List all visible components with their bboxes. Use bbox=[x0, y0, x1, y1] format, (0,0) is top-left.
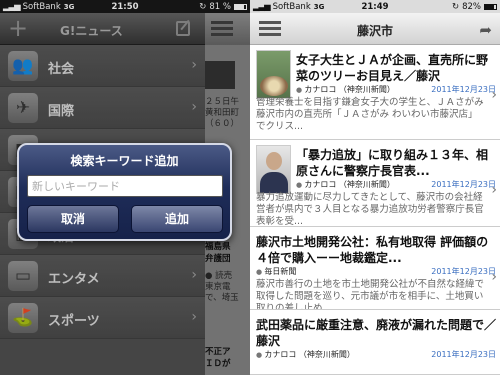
article-title: 藤沢市土地開発公社：私有地取得 評価額の４倍で購入ーー地裁鑑定... bbox=[256, 235, 489, 265]
page-title: 藤沢市 bbox=[356, 24, 393, 38]
article-item[interactable]: 女子大生とＪＡが企画、直売所に野菜のツリーお目見え／藤沢 カナロコ （神奈川新聞… bbox=[250, 45, 500, 140]
article-title: 「暴力追放」に取り組み１３年、相原さんに警察庁長官表... bbox=[296, 148, 489, 178]
add-button[interactable]: 追加 bbox=[131, 205, 223, 233]
rotation-lock-icon: ↻ bbox=[199, 1, 207, 12]
share-icon[interactable]: ➦ bbox=[479, 21, 492, 39]
cancel-button[interactable]: 取消 bbox=[27, 205, 119, 233]
article-source: カナロコ （神奈川新聞） bbox=[296, 85, 395, 94]
chevron-right-icon: › bbox=[491, 87, 497, 103]
status-bar: ▂▃▅ SoftBank 3G 21:50 ↻ 81 % bbox=[0, 0, 250, 13]
article-snippet: 暴力追放運動に尽力してきたとして、藤沢市の会社経営者が県内で３人目となる暴力追放… bbox=[256, 192, 484, 227]
battery-icon bbox=[234, 3, 247, 10]
article-source: 毎日新聞 bbox=[256, 267, 296, 276]
battery-icon bbox=[484, 3, 497, 10]
article-date: 2011年12月23日 bbox=[431, 350, 496, 359]
article-snippet: 管理栄養士を目指す鎌倉女子大の学生と、ＪＡさがみ藤沢市内の直売所「ＪＡさがみ わ… bbox=[256, 97, 484, 132]
right-phone-screen: ▂▃▅ SoftBank 3G 21:49 ↻ 82% 藤沢市 ➦ 女子大生とＪ… bbox=[250, 0, 500, 375]
article-item[interactable]: 藤沢市土地開発公社：私有地取得 評価額の４倍で購入ーー地裁鑑定... 毎日新聞 … bbox=[250, 227, 500, 310]
article-date: 2011年12月23日 bbox=[431, 180, 496, 189]
article-thumbnail bbox=[256, 145, 291, 194]
article-snippet: 藤沢市善行の土地を市土地開発公社が不自然な経緯で取得した問題を巡り、元市議が市を… bbox=[256, 279, 485, 310]
article-meta: カナロコ （神奈川新聞） 2011年12月23日 bbox=[296, 85, 500, 95]
article-meta: 毎日新聞 2011年12月23日 bbox=[256, 267, 500, 277]
navigation-bar: 藤沢市 ➦ bbox=[250, 13, 500, 45]
left-phone-screen: ▂▃▅ SoftBank 3G 21:50 ↻ 81 % + G!ニュース 👥 … bbox=[0, 0, 250, 375]
chevron-right-icon: › bbox=[491, 182, 497, 198]
article-thumbnail bbox=[256, 50, 291, 99]
article-item[interactable]: 「暴力追放」に取り組み１３年、相原さんに警察庁長官表... カナロコ （神奈川新… bbox=[250, 140, 500, 227]
battery-percent: 82% bbox=[462, 1, 481, 12]
article-meta: カナロコ （神奈川新聞） 2011年12月23日 bbox=[256, 350, 500, 360]
rotation-lock-icon: ↻ bbox=[451, 1, 460, 12]
article-source: カナロコ （神奈川新聞） bbox=[256, 350, 355, 359]
article-source: カナロコ （神奈川新聞） bbox=[296, 180, 395, 189]
article-date: 2011年12月23日 bbox=[431, 267, 496, 276]
article-title: 武田薬品に厳重注意、廃液が漏れた問題で／藤沢 bbox=[256, 318, 497, 348]
article-title: 女子大生とＪＡが企画、直売所に野菜のツリーお目見え／藤沢 bbox=[296, 53, 489, 83]
chevron-right-icon: › bbox=[491, 269, 497, 285]
dialog-title: 検索キーワード追加 bbox=[70, 154, 179, 168]
article-item[interactable]: 武田薬品に厳重注意、廃液が漏れた問題で／藤沢 カナロコ （神奈川新聞） 2011… bbox=[250, 310, 500, 375]
battery-percent: 81 % bbox=[209, 1, 231, 12]
status-bar: ▂▃▅ SoftBank 3G 21:49 ↻ 82% bbox=[250, 0, 500, 13]
keyword-input[interactable] bbox=[27, 175, 223, 197]
article-meta: カナロコ （神奈川新聞） 2011年12月23日 bbox=[296, 180, 500, 190]
add-keyword-dialog: 検索キーワード追加 取消 追加 bbox=[17, 143, 232, 241]
article-list: 女子大生とＪＡが企画、直売所に野菜のツリーお目見え／藤沢 カナロコ （神奈川新聞… bbox=[250, 45, 500, 375]
article-date: 2011年12月23日 bbox=[431, 85, 496, 94]
